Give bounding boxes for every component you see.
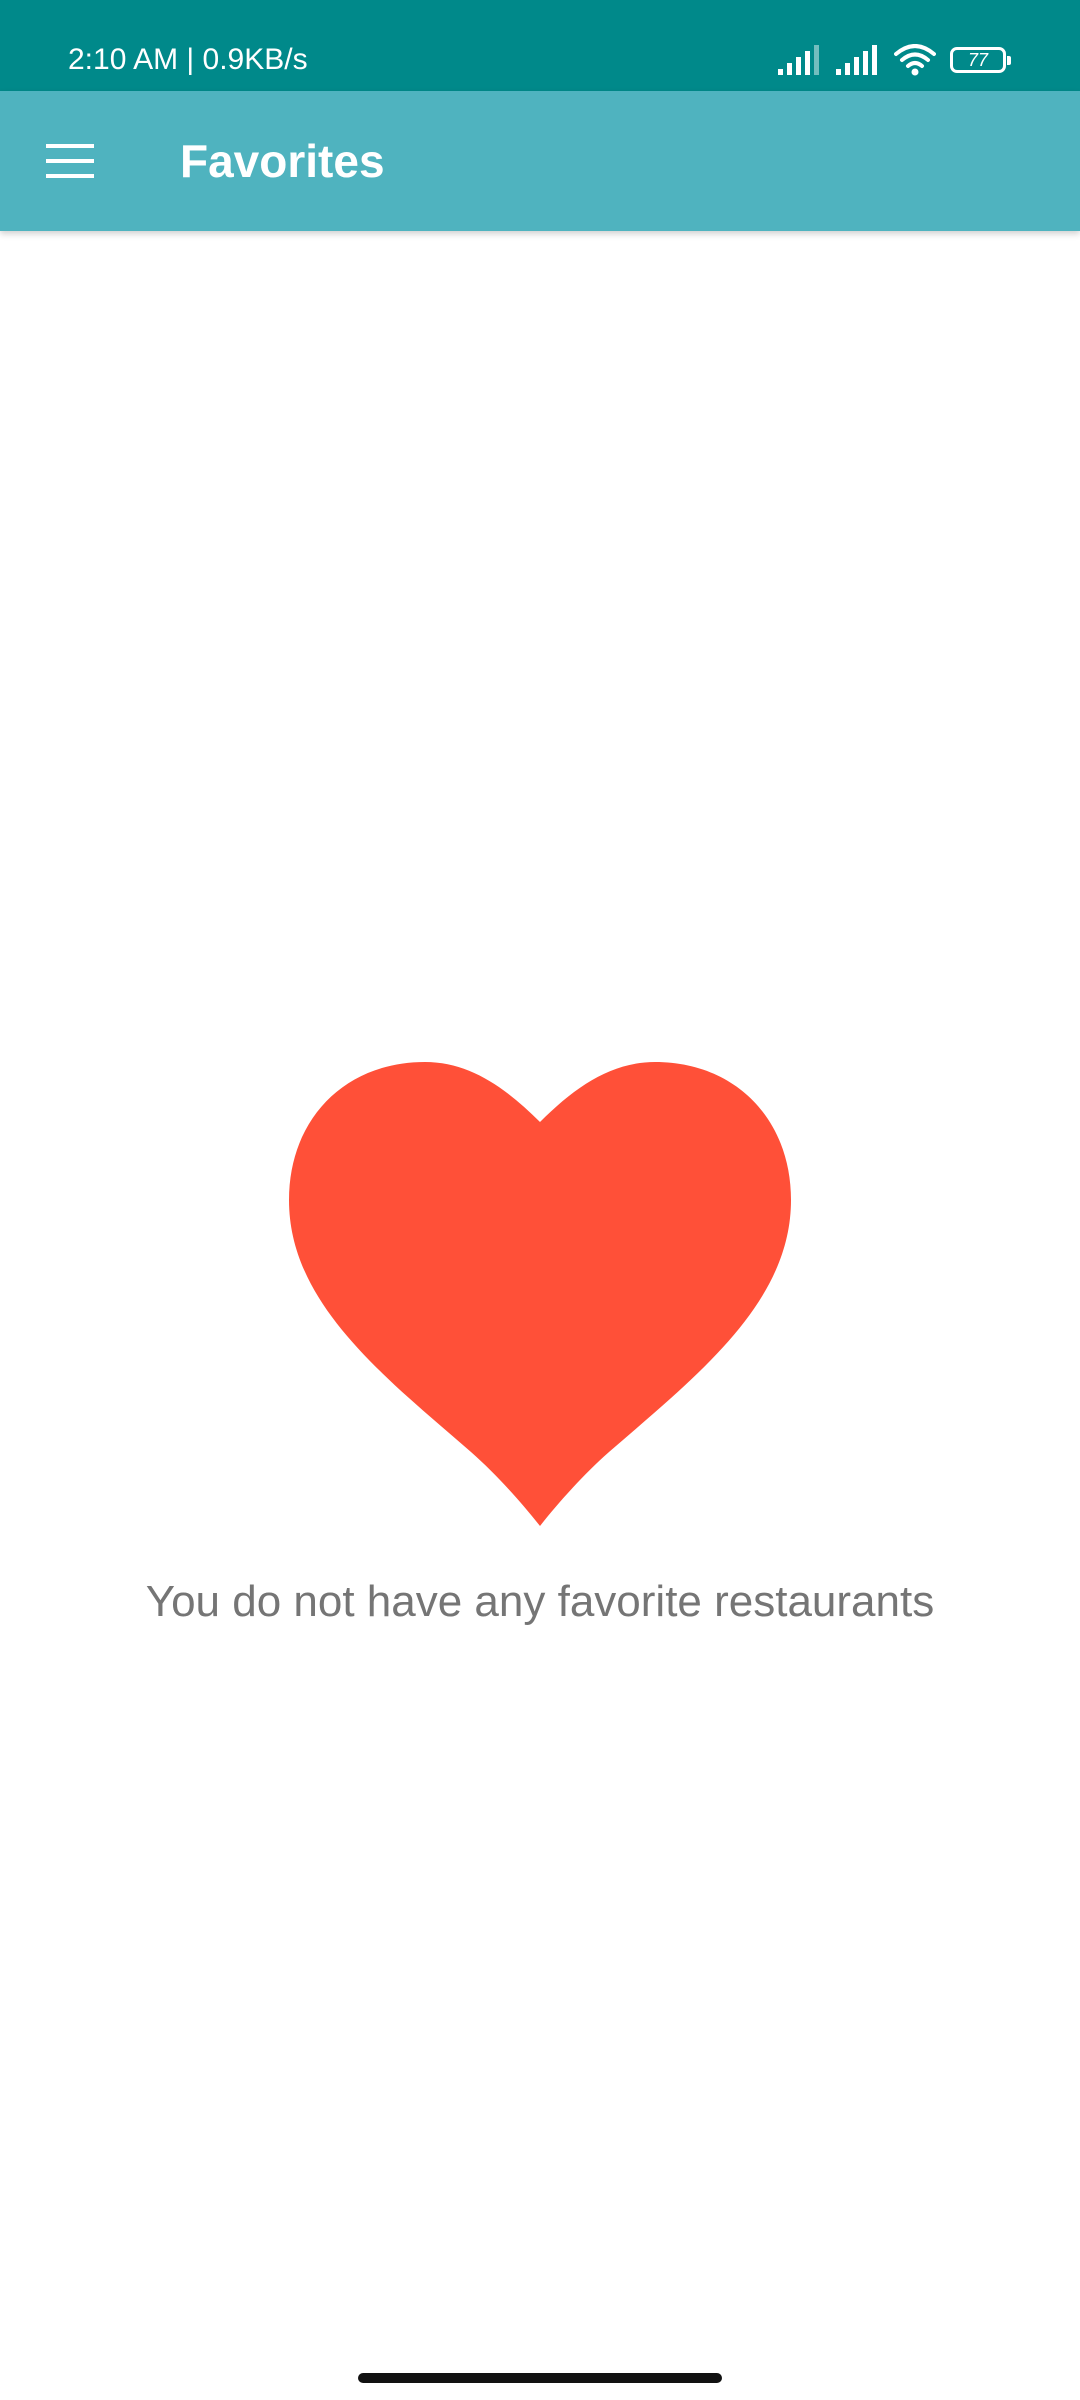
home-indicator[interactable] xyxy=(358,2373,722,2383)
status-time-speed: 2:10 AM | 0.9KB/s xyxy=(68,43,308,76)
page-title: Favorites xyxy=(180,135,385,187)
wifi-icon xyxy=(894,44,936,76)
empty-state-message: You do not have any favorite restaurants xyxy=(145,1577,935,1626)
battery-icon: 77 xyxy=(950,47,1011,73)
status-bar: 2:10 AM | 0.9KB/s 77 xyxy=(0,0,1080,91)
app-bar: Favorites xyxy=(0,91,1080,231)
status-icons: 77 xyxy=(778,40,1011,80)
hamburger-menu-icon xyxy=(46,144,94,178)
battery-level: 77 xyxy=(967,50,989,70)
heart-icon xyxy=(289,1062,791,1526)
menu-button[interactable] xyxy=(30,121,110,201)
signal-icon xyxy=(778,45,819,75)
signal-icon xyxy=(836,45,877,75)
